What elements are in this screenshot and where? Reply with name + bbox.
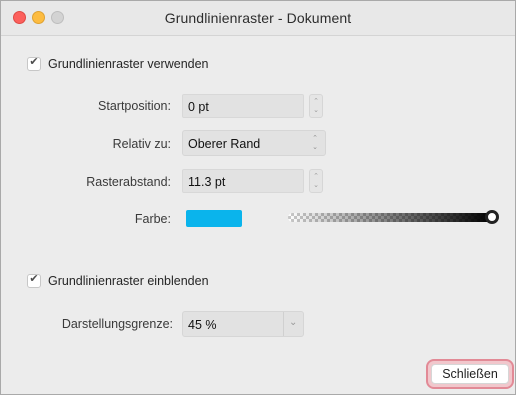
start-position-label: Startposition: xyxy=(98,99,171,113)
stepper-down-icon[interactable]: ⌄ xyxy=(310,106,322,115)
close-button[interactable]: Schließen xyxy=(431,364,509,384)
display-limit-dropdown-button[interactable]: ⌄ xyxy=(283,312,303,336)
start-position-stepper[interactable]: ⌃ ⌄ xyxy=(309,94,323,118)
grid-spacing-stepper[interactable]: ⌃ ⌄ xyxy=(309,169,323,193)
display-limit-combobox[interactable]: 45 % ⌄ xyxy=(182,311,304,337)
stepper-down-icon[interactable]: ⌄ xyxy=(310,181,322,190)
stepper-up-icon[interactable]: ⌃ xyxy=(310,172,322,181)
checkmark-icon: ✔ xyxy=(29,56,39,68)
grid-spacing-field[interactable]: 11.3 pt ⌃ ⌄ xyxy=(182,169,323,193)
stepper-up-icon[interactable]: ⌃ xyxy=(310,97,322,106)
show-grid-label: Grundlinienraster einblenden xyxy=(48,274,209,288)
opacity-slider[interactable] xyxy=(288,210,499,224)
show-grid-checkbox[interactable]: ✔ xyxy=(27,273,41,288)
grid-spacing-value: 11.3 pt xyxy=(188,175,226,189)
title-bar[interactable]: Grundlinienraster - Dokument xyxy=(1,1,515,36)
color-label: Farbe: xyxy=(134,212,171,226)
use-grid-label: Grundlinienraster verwenden xyxy=(48,57,209,71)
relative-to-value: Oberer Rand xyxy=(188,137,261,151)
display-limit-label: Darstellungsgrenze: xyxy=(61,317,173,331)
start-position-field[interactable]: 0 pt ⌃ ⌄ xyxy=(182,94,323,118)
relative-to-label: Relativ zu: xyxy=(112,137,171,151)
start-position-value: 0 pt xyxy=(188,100,209,114)
opacity-slider-knob[interactable] xyxy=(485,210,499,224)
grid-spacing-label: Rasterabstand: xyxy=(86,175,171,189)
opacity-track[interactable] xyxy=(288,213,492,222)
display-limit-value[interactable]: 45 % xyxy=(188,318,217,332)
show-grid-row[interactable]: ✔ Grundlinienraster einblenden xyxy=(27,272,209,290)
window-title: Grundlinienraster - Dokument xyxy=(164,10,352,26)
updown-arrows-icon: ⌃ ⌄ xyxy=(312,135,318,151)
checkmark-icon: ✔ xyxy=(29,273,39,285)
color-swatch[interactable] xyxy=(186,210,242,227)
use-grid-checkbox[interactable]: ✔ xyxy=(27,56,41,71)
grid-dialog-window: Grundlinienraster - Dokument ✔ Grundlini… xyxy=(0,0,516,395)
close-button-focus-ring: Schließen xyxy=(426,359,514,389)
chevron-down-icon: ⌄ xyxy=(289,317,298,328)
relative-to-select[interactable]: Oberer Rand ⌃ ⌄ xyxy=(182,130,326,156)
use-grid-row[interactable]: ✔ Grundlinienraster verwenden xyxy=(27,55,209,73)
